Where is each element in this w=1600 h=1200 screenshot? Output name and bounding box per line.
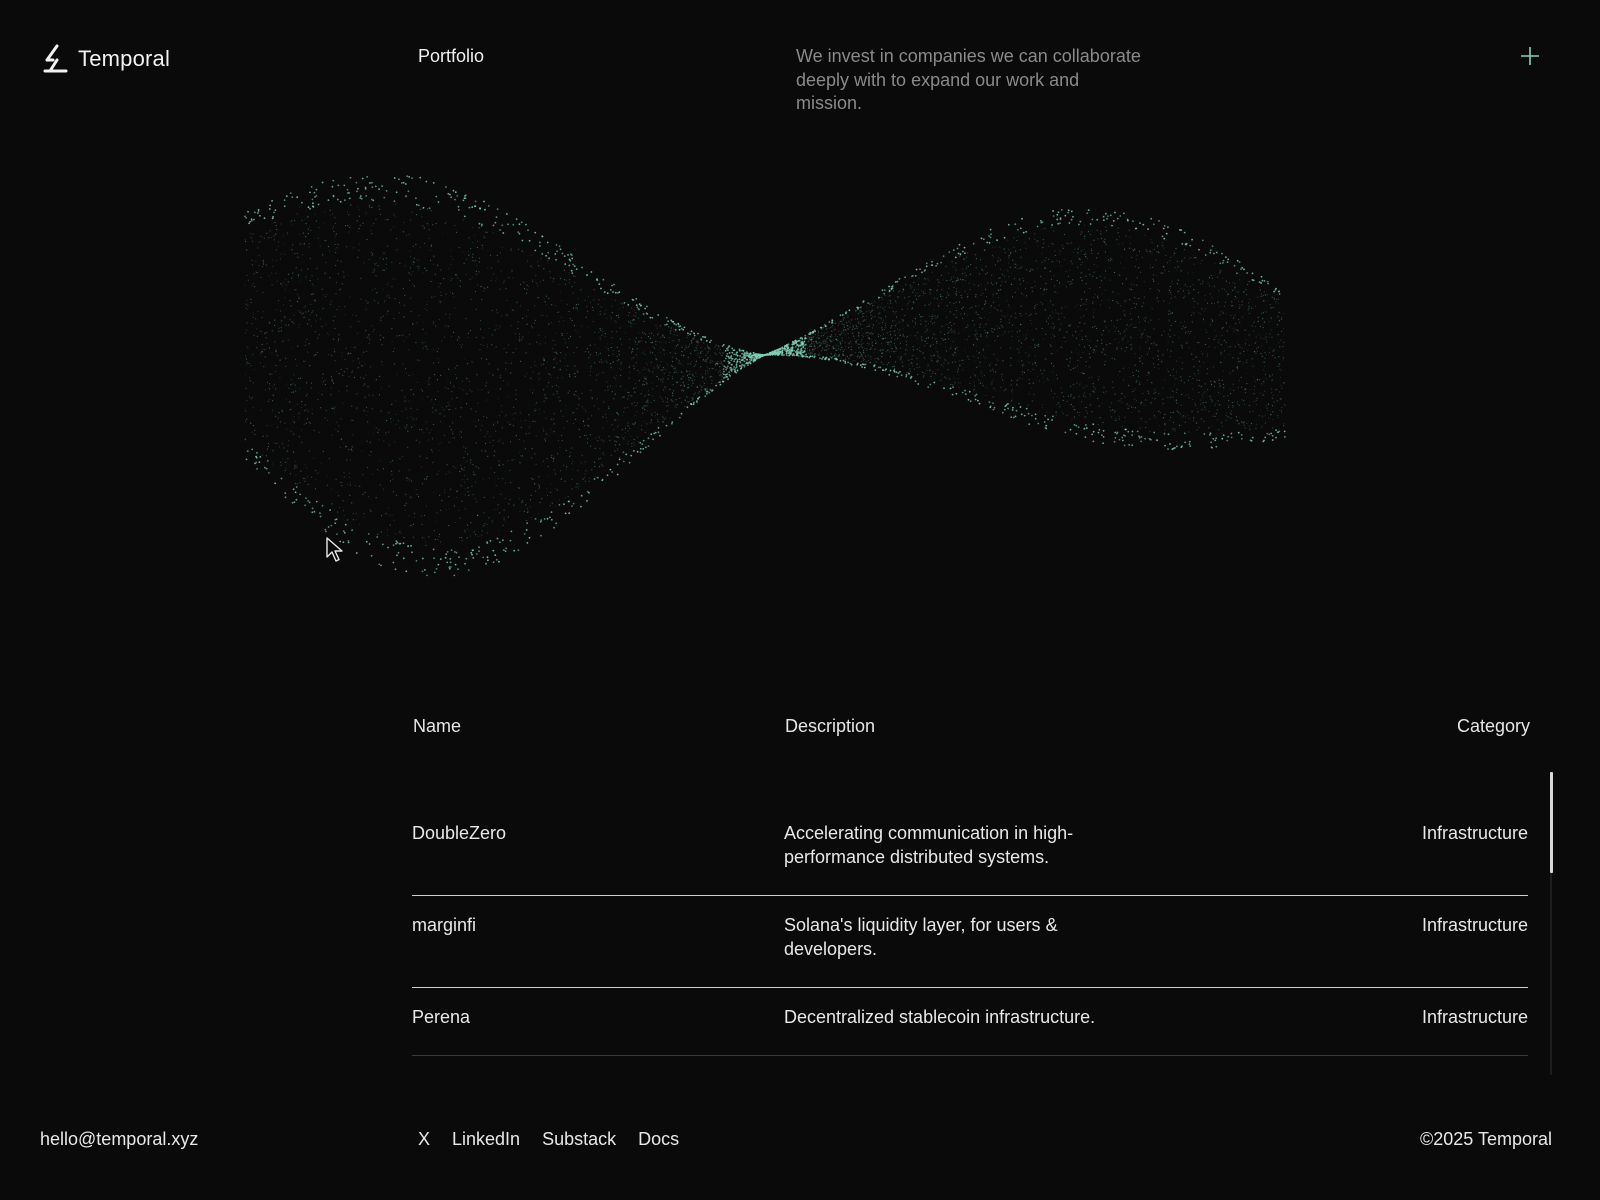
company-name: marginfi: [412, 915, 477, 935]
company-category: Infrastructure: [1421, 915, 1528, 935]
column-header-name[interactable]: Name: [413, 716, 461, 737]
portfolio-table: Name Description Category DoubleZero Acc…: [412, 700, 1530, 1056]
social-link-x[interactable]: X: [418, 1129, 430, 1150]
brand-logo[interactable]: Temporal: [42, 44, 170, 74]
column-header-description[interactable]: Description: [785, 716, 875, 737]
company-description: Solana's liquidity layer, for users & de…: [784, 915, 1058, 959]
plus-icon: [1521, 47, 1539, 65]
social-link-linkedin[interactable]: LinkedIn: [452, 1129, 520, 1150]
nav-portfolio-link[interactable]: Portfolio: [418, 46, 484, 67]
temporal-logo-icon: [43, 44, 68, 73]
tagline: We invest in companies we can collaborat…: [796, 46, 1141, 113]
table-row[interactable]: marginfi Solana's liquidity layer, for u…: [412, 896, 1528, 988]
menu-button[interactable]: [1518, 44, 1542, 68]
mouse-cursor-icon: [326, 537, 343, 562]
company-category: Infrastructure: [1421, 823, 1528, 843]
contact-email-link[interactable]: hello@temporal.xyz: [40, 1129, 198, 1150]
company-category: Infrastructure: [1421, 1007, 1528, 1027]
copyright: ©2025 Temporal: [1419, 1129, 1552, 1149]
company-name: Perena: [412, 1007, 471, 1027]
company-description: Accelerating communication in high-perfo…: [784, 823, 1074, 867]
table-header: Name Description Category: [412, 700, 1530, 740]
social-links: X LinkedIn Substack Docs: [418, 1129, 679, 1150]
page: Temporal Portfolio We invest in companie…: [0, 0, 1600, 1200]
table-row[interactable]: Perena Decentralized stablecoin infrastr…: [412, 988, 1528, 1056]
table-body: DoubleZero Accelerating communication in…: [412, 812, 1528, 1056]
company-name: DoubleZero: [412, 823, 507, 843]
column-header-category[interactable]: Category: [1457, 716, 1530, 737]
particle-ribbon-visual: [244, 175, 1286, 577]
table-row[interactable]: DoubleZero Accelerating communication in…: [412, 812, 1528, 896]
company-description: Decentralized stablecoin infrastructure.: [784, 1007, 1096, 1027]
social-link-substack[interactable]: Substack: [542, 1129, 616, 1150]
scrollbar-thumb[interactable]: [1550, 772, 1553, 873]
brand-name: Temporal: [78, 46, 171, 71]
social-link-docs[interactable]: Docs: [638, 1129, 679, 1150]
